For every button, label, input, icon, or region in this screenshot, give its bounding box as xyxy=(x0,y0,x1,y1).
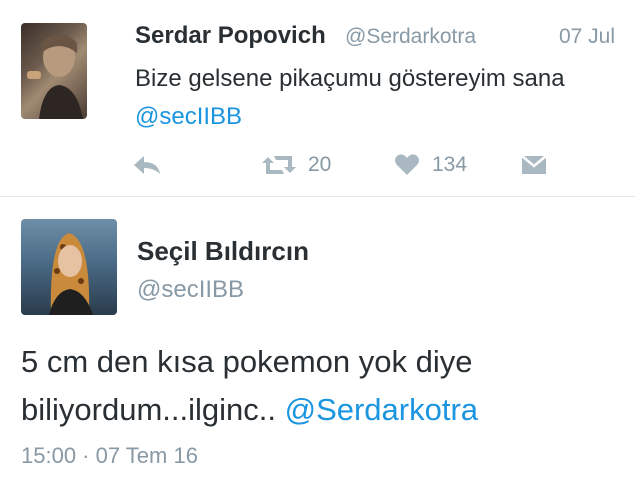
tweet-text: 5 cm den kısa pokemon yok diye biliyordu… xyxy=(21,338,621,434)
like-count: 134 xyxy=(432,153,468,176)
author-handle[interactable]: @secIIBB xyxy=(137,276,244,304)
author-name[interactable]: Serdar Popovich xyxy=(135,22,326,50)
mention-link[interactable]: @secIIBB xyxy=(135,103,242,130)
avatar-portrait-icon xyxy=(27,34,83,119)
retweet-count: 20 xyxy=(308,153,332,176)
like-button[interactable]: 134 xyxy=(394,148,467,182)
divider xyxy=(0,196,635,197)
envelope-icon xyxy=(521,155,547,174)
author-handle[interactable]: @Serdarkotra xyxy=(345,25,476,49)
tweet-text-body: Bize gelsene pikaçumu göstereyim sana xyxy=(135,65,565,92)
tweet-card[interactable]: Serdar Popovich @Serdarkotra 07 Jul Bize… xyxy=(0,0,635,196)
tweet-timestamp[interactable]: 15:00 · 07 Tem 16 xyxy=(21,443,198,469)
heart-icon xyxy=(395,154,419,175)
message-button[interactable] xyxy=(521,148,547,182)
reply-button[interactable] xyxy=(132,148,164,182)
tweet-actions: 20 134 xyxy=(0,148,635,182)
reply-icon xyxy=(134,156,160,174)
avatar-portrait-icon xyxy=(49,233,93,315)
author-name[interactable]: Seçil Bıldırcın xyxy=(137,236,309,267)
tweet-date[interactable]: 07 Jul xyxy=(559,25,615,49)
retweet-button[interactable]: 20 xyxy=(262,148,331,182)
mention-link[interactable]: @Serdarkotra xyxy=(285,392,478,427)
avatar[interactable] xyxy=(21,219,117,315)
tweet-text: Bize gelsene pikaçumu göstereyim sana @s… xyxy=(135,60,615,136)
avatar[interactable] xyxy=(21,23,87,119)
retweet-icon xyxy=(262,156,296,174)
